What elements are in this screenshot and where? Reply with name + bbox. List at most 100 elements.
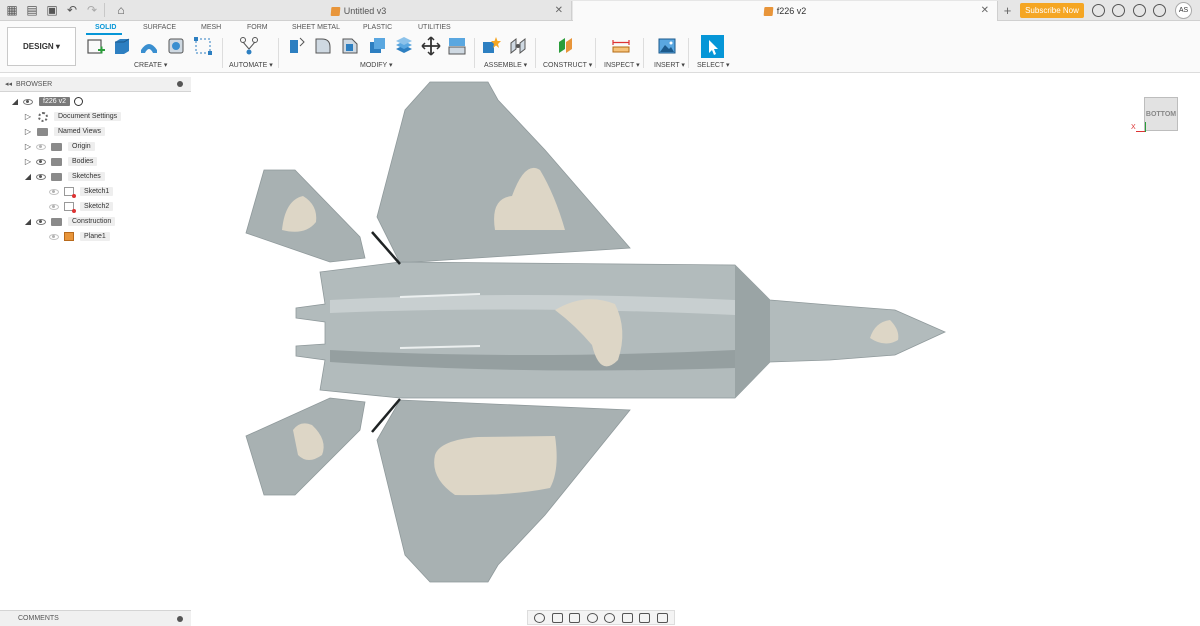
workspace-switcher-button[interactable]: DESIGN ▾ xyxy=(7,27,76,66)
select-menu[interactable]: SELECT ▾ xyxy=(697,61,730,69)
tab-utilities[interactable]: UTILITIES xyxy=(418,24,451,31)
comments-panel[interactable]: COMMENTS xyxy=(0,610,191,626)
pin-icon[interactable] xyxy=(177,81,183,87)
tree-root[interactable]: ◢ f226 v2 xyxy=(11,95,83,108)
expand-arrow-icon[interactable]: ▷ xyxy=(24,112,32,121)
fit-icon[interactable] xyxy=(604,612,616,623)
look-at-icon[interactable] xyxy=(551,612,563,623)
visibility-eye-icon[interactable] xyxy=(23,98,33,105)
tree-item-sketch2[interactable]: Sketch2 xyxy=(45,200,114,213)
pin-icon[interactable] xyxy=(177,616,183,622)
construct-menu[interactable]: CONSTRUCT ▾ xyxy=(543,61,592,69)
collapse-panel-icon[interactable]: ◂◂ xyxy=(5,80,12,88)
canvas-viewport[interactable] xyxy=(191,74,1200,610)
close-icon[interactable]: ✕ xyxy=(981,5,989,16)
visibility-eye-icon[interactable] xyxy=(49,233,59,240)
combine-icon[interactable] xyxy=(394,36,414,56)
tab-plastic[interactable]: PLASTIC xyxy=(363,24,392,31)
offset-plane-icon[interactable] xyxy=(556,36,576,56)
tree-item-bodies[interactable]: ▷ Bodies xyxy=(24,155,98,168)
tab-form[interactable]: FORM xyxy=(247,24,268,31)
tree-item-construction[interactable]: ◢ Construction xyxy=(24,215,116,228)
tab-solid[interactable]: SOLID xyxy=(95,24,116,31)
subscribe-button[interactable]: Subscribe Now xyxy=(1020,3,1084,18)
aircraft-model[interactable] xyxy=(245,81,946,583)
zoom-icon[interactable] xyxy=(586,612,598,623)
move-copy-icon[interactable] xyxy=(421,36,441,56)
select-icon[interactable] xyxy=(701,35,724,58)
tab-f226[interactable]: f226 v2 ✕ xyxy=(573,1,998,21)
tree-item-label: Sketch2 xyxy=(80,202,114,211)
visibility-eye-icon[interactable] xyxy=(36,218,46,225)
expand-arrow-icon[interactable]: ◢ xyxy=(24,217,32,226)
x-axis-indicator xyxy=(1136,131,1145,132)
insert-image-icon[interactable] xyxy=(657,36,677,56)
tree-item-origin[interactable]: ▷ Origin xyxy=(24,140,95,153)
tree-item-sketch1[interactable]: Sketch1 xyxy=(45,185,114,198)
tree-item-document-settings[interactable]: ▷ Document Settings xyxy=(24,110,122,123)
tab-untitled[interactable]: Untitled v3 ✕ xyxy=(146,1,572,21)
create-sketch-icon[interactable] xyxy=(86,36,106,56)
measure-icon[interactable] xyxy=(611,36,631,56)
chamfer-icon[interactable] xyxy=(340,36,360,56)
settings-icon[interactable] xyxy=(1133,4,1146,17)
tree-item-plane1[interactable]: Plane1 xyxy=(45,230,110,243)
tab-sheet-metal[interactable]: SHEET METAL xyxy=(292,24,340,31)
new-tab-button[interactable]: + xyxy=(1000,3,1015,18)
save-icon[interactable]: ▣ xyxy=(44,2,60,18)
modify-menu[interactable]: MODIFY ▾ xyxy=(360,61,393,69)
pan-icon[interactable] xyxy=(569,612,581,623)
press-pull-icon[interactable] xyxy=(286,36,306,56)
automate-menu[interactable]: AUTOMATE ▾ xyxy=(229,61,273,69)
sweep-icon[interactable] xyxy=(166,36,186,56)
visibility-eye-icon[interactable] xyxy=(36,173,46,180)
help-icon[interactable] xyxy=(1153,4,1166,17)
visibility-eye-icon[interactable] xyxy=(36,158,46,165)
toolbar: DESIGN ▾ SOLID SURFACE MESH FORM SHEET M… xyxy=(0,21,1200,73)
display-settings-icon[interactable] xyxy=(621,612,633,623)
expand-arrow-icon[interactable]: ▷ xyxy=(24,157,32,166)
automate-icon[interactable] xyxy=(239,36,259,56)
job-status-icon[interactable] xyxy=(1092,4,1105,17)
close-icon[interactable]: ✕ xyxy=(555,5,563,16)
revolve-icon[interactable] xyxy=(139,36,159,56)
user-avatar[interactable]: AS xyxy=(1175,2,1192,19)
expand-arrow-icon[interactable]: ▷ xyxy=(24,142,32,151)
browser-header[interactable]: ◂◂ BROWSER xyxy=(0,77,191,92)
redo-icon[interactable]: ↷ xyxy=(84,2,100,18)
activate-radio-icon[interactable] xyxy=(73,97,83,106)
notifications-icon[interactable] xyxy=(1112,4,1125,17)
tab-mesh[interactable]: MESH xyxy=(201,24,221,31)
new-component-icon[interactable] xyxy=(481,36,501,56)
tree-item-sketches[interactable]: ◢ Sketches xyxy=(24,170,105,183)
pattern-icon[interactable] xyxy=(193,36,213,56)
create-menu[interactable]: CREATE ▾ xyxy=(134,61,167,69)
expand-arrow-icon[interactable]: ▷ xyxy=(24,127,32,136)
extrude-icon[interactable] xyxy=(112,36,132,56)
expand-arrow-icon[interactable]: ◢ xyxy=(11,97,19,106)
visibility-eye-icon[interactable] xyxy=(49,203,59,210)
expand-arrow-icon[interactable]: ◢ xyxy=(24,172,32,181)
tree-item-named-views[interactable]: ▷ Named Views xyxy=(24,125,106,138)
toolbar-divider xyxy=(643,38,644,68)
orbit-icon[interactable] xyxy=(534,612,546,623)
view-cube[interactable]: BOTTOM xyxy=(1144,97,1178,131)
fillet-icon[interactable] xyxy=(313,36,333,56)
align-icon[interactable] xyxy=(447,36,467,56)
apps-grid-icon[interactable]: ▦ xyxy=(4,2,20,18)
insert-menu[interactable]: INSERT ▾ xyxy=(654,61,685,69)
folder-icon xyxy=(51,142,62,151)
inspect-menu[interactable]: INSPECT ▾ xyxy=(604,61,640,69)
shell-icon[interactable] xyxy=(367,36,387,56)
assemble-menu[interactable]: ASSEMBLE ▾ xyxy=(484,61,527,69)
visibility-eye-icon[interactable] xyxy=(36,143,46,150)
joint-icon[interactable] xyxy=(508,36,528,56)
tree-item-label: Named Views xyxy=(54,127,106,136)
grid-settings-icon[interactable] xyxy=(639,612,651,623)
viewports-icon[interactable] xyxy=(656,612,668,623)
undo-icon[interactable]: ↶ xyxy=(64,2,80,18)
file-menu-icon[interactable]: ▤ xyxy=(24,2,40,18)
visibility-eye-icon[interactable] xyxy=(49,188,59,195)
home-icon[interactable]: ⌂ xyxy=(113,2,129,18)
tab-surface[interactable]: SURFACE xyxy=(143,24,176,31)
